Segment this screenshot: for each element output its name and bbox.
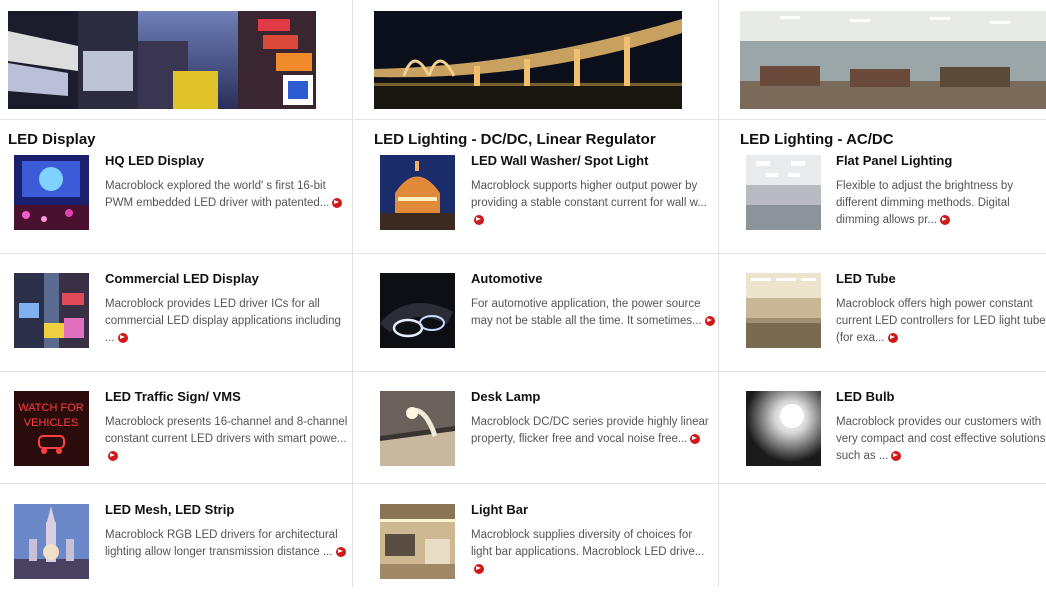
- column-title: LED Display: [8, 131, 96, 148]
- description-text: Macroblock provides LED driver ICs for a…: [105, 298, 341, 344]
- item-description: Macroblock provides LED driver ICs for a…: [105, 296, 350, 347]
- read-more-arrow-icon[interactable]: [887, 332, 898, 343]
- item-description: Macroblock provides our customers with v…: [836, 414, 1046, 465]
- divider: [0, 483, 352, 484]
- item-title[interactable]: LED Wall Washer/ Spot Light: [471, 153, 716, 169]
- divider: [352, 253, 718, 254]
- divider: [718, 253, 1046, 254]
- banner-bridge-image[interactable]: [374, 11, 682, 109]
- column-title: LED Lighting - AC/DC: [740, 131, 894, 148]
- description-text: Macroblock presents 16-channel and 8-cha…: [105, 416, 348, 445]
- traffic-sign-thumbnail[interactable]: WATCH FOR VEHICLES: [14, 391, 89, 466]
- list-item: LED Mesh, LED Strip Macroblock RGB LED d…: [0, 483, 352, 601]
- description-text: Macroblock supports higher output power …: [471, 180, 707, 209]
- column-title: LED Lighting - DC/DC, Linear Regulator: [374, 131, 656, 148]
- sign-text-watch-for: WATCH FOR: [18, 402, 83, 414]
- led-tube-thumbnail[interactable]: [746, 273, 821, 348]
- hq-led-display-thumbnail[interactable]: [14, 155, 89, 230]
- item-title[interactable]: HQ LED Display: [105, 153, 350, 169]
- item-description: Macroblock offers high power constant cu…: [836, 296, 1046, 347]
- item-description: Macroblock RGB LED drivers for architect…: [105, 527, 350, 561]
- column-led-lighting-acdc: LED Lighting - AC/DC Flat Panel Lighting…: [718, 0, 1046, 587]
- description-text: For automotive application, the power so…: [471, 298, 702, 327]
- desk-lamp-thumbnail[interactable]: [380, 391, 455, 466]
- divider: [352, 483, 718, 484]
- read-more-arrow-icon[interactable]: [474, 563, 484, 574]
- led-mesh-thumbnail[interactable]: [14, 504, 89, 579]
- description-text: Macroblock provides our customers with v…: [836, 416, 1046, 462]
- item-description: Flexible to adjust the brightness by dif…: [836, 178, 1046, 229]
- item-title[interactable]: LED Traffic Sign/ VMS: [105, 389, 350, 405]
- read-more-arrow-icon[interactable]: [335, 546, 346, 557]
- item-title[interactable]: Desk Lamp: [471, 389, 716, 405]
- item-title[interactable]: Light Bar: [471, 502, 716, 518]
- column-led-display: LED Display HQ LED Display Macroblock ex…: [0, 0, 352, 587]
- divider: [718, 483, 1046, 484]
- automotive-thumbnail[interactable]: [380, 273, 455, 348]
- flat-panel-thumbnail[interactable]: [746, 155, 821, 230]
- list-item: Light Bar Macroblock supplies diversity …: [352, 483, 718, 601]
- item-title[interactable]: Flat Panel Lighting: [836, 153, 1046, 169]
- read-more-arrow-icon[interactable]: [474, 214, 484, 225]
- item-description: Macroblock supplies diversity of choices…: [471, 527, 716, 578]
- item-title[interactable]: Automotive: [471, 271, 716, 287]
- read-more-arrow-icon[interactable]: [939, 214, 950, 225]
- item-description: Macroblock DC/DC series provide highly l…: [471, 414, 716, 448]
- list-item: Desk Lamp Macroblock DC/DC series provid…: [352, 371, 718, 489]
- description-text: Macroblock offers high power constant cu…: [836, 298, 1046, 344]
- divider: [0, 371, 352, 372]
- read-more-arrow-icon[interactable]: [117, 332, 128, 343]
- list-item: WATCH FOR VEHICLES LED Traffic Sign/ VMS…: [0, 371, 352, 489]
- led-bulb-thumbnail[interactable]: [746, 391, 821, 466]
- sign-text-vehicles: VEHICLES: [24, 417, 78, 429]
- description-text: Macroblock supplies diversity of choices…: [471, 529, 705, 558]
- description-text: Flexible to adjust the brightness by dif…: [836, 180, 1014, 226]
- list-item-empty: [718, 483, 1046, 601]
- column-led-lighting-dcdc: LED Lighting - DC/DC, Linear Regulator L…: [352, 0, 718, 587]
- commercial-led-display-thumbnail[interactable]: [14, 273, 89, 348]
- banner-divider: [0, 119, 1046, 120]
- description-text: Macroblock RGB LED drivers for architect…: [105, 529, 338, 558]
- light-bar-thumbnail[interactable]: [380, 504, 455, 579]
- item-description: For automotive application, the power so…: [471, 296, 716, 330]
- divider: [352, 371, 718, 372]
- item-description: Macroblock explored the world' s first 1…: [105, 178, 350, 212]
- description-text: Macroblock explored the world' s first 1…: [105, 180, 330, 209]
- read-more-arrow-icon[interactable]: [704, 315, 715, 326]
- banner-times-square-image[interactable]: [8, 11, 316, 109]
- item-title[interactable]: Commercial LED Display: [105, 271, 350, 287]
- item-description: Macroblock supports higher output power …: [471, 178, 716, 229]
- read-more-arrow-icon[interactable]: [332, 197, 343, 208]
- item-description: Macroblock presents 16-channel and 8-cha…: [105, 414, 350, 465]
- divider: [0, 253, 352, 254]
- description-text: Macroblock DC/DC series provide highly l…: [471, 416, 709, 445]
- item-title[interactable]: LED Bulb: [836, 389, 1046, 405]
- banner-office-image[interactable]: [740, 11, 1046, 109]
- item-title[interactable]: LED Mesh, LED Strip: [105, 502, 350, 518]
- list-item: LED Bulb Macroblock provides our custome…: [718, 371, 1046, 489]
- list-item: Commercial LED Display Macroblock provid…: [0, 253, 352, 371]
- item-title[interactable]: LED Tube: [836, 271, 1046, 287]
- list-item: LED Tube Macroblock offers high power co…: [718, 253, 1046, 371]
- read-more-arrow-icon[interactable]: [891, 450, 902, 461]
- read-more-arrow-icon[interactable]: [108, 450, 118, 461]
- list-item: Automotive For automotive application, t…: [352, 253, 718, 371]
- read-more-arrow-icon[interactable]: [690, 433, 701, 444]
- divider: [718, 371, 1046, 372]
- wall-washer-thumbnail[interactable]: [380, 155, 455, 230]
